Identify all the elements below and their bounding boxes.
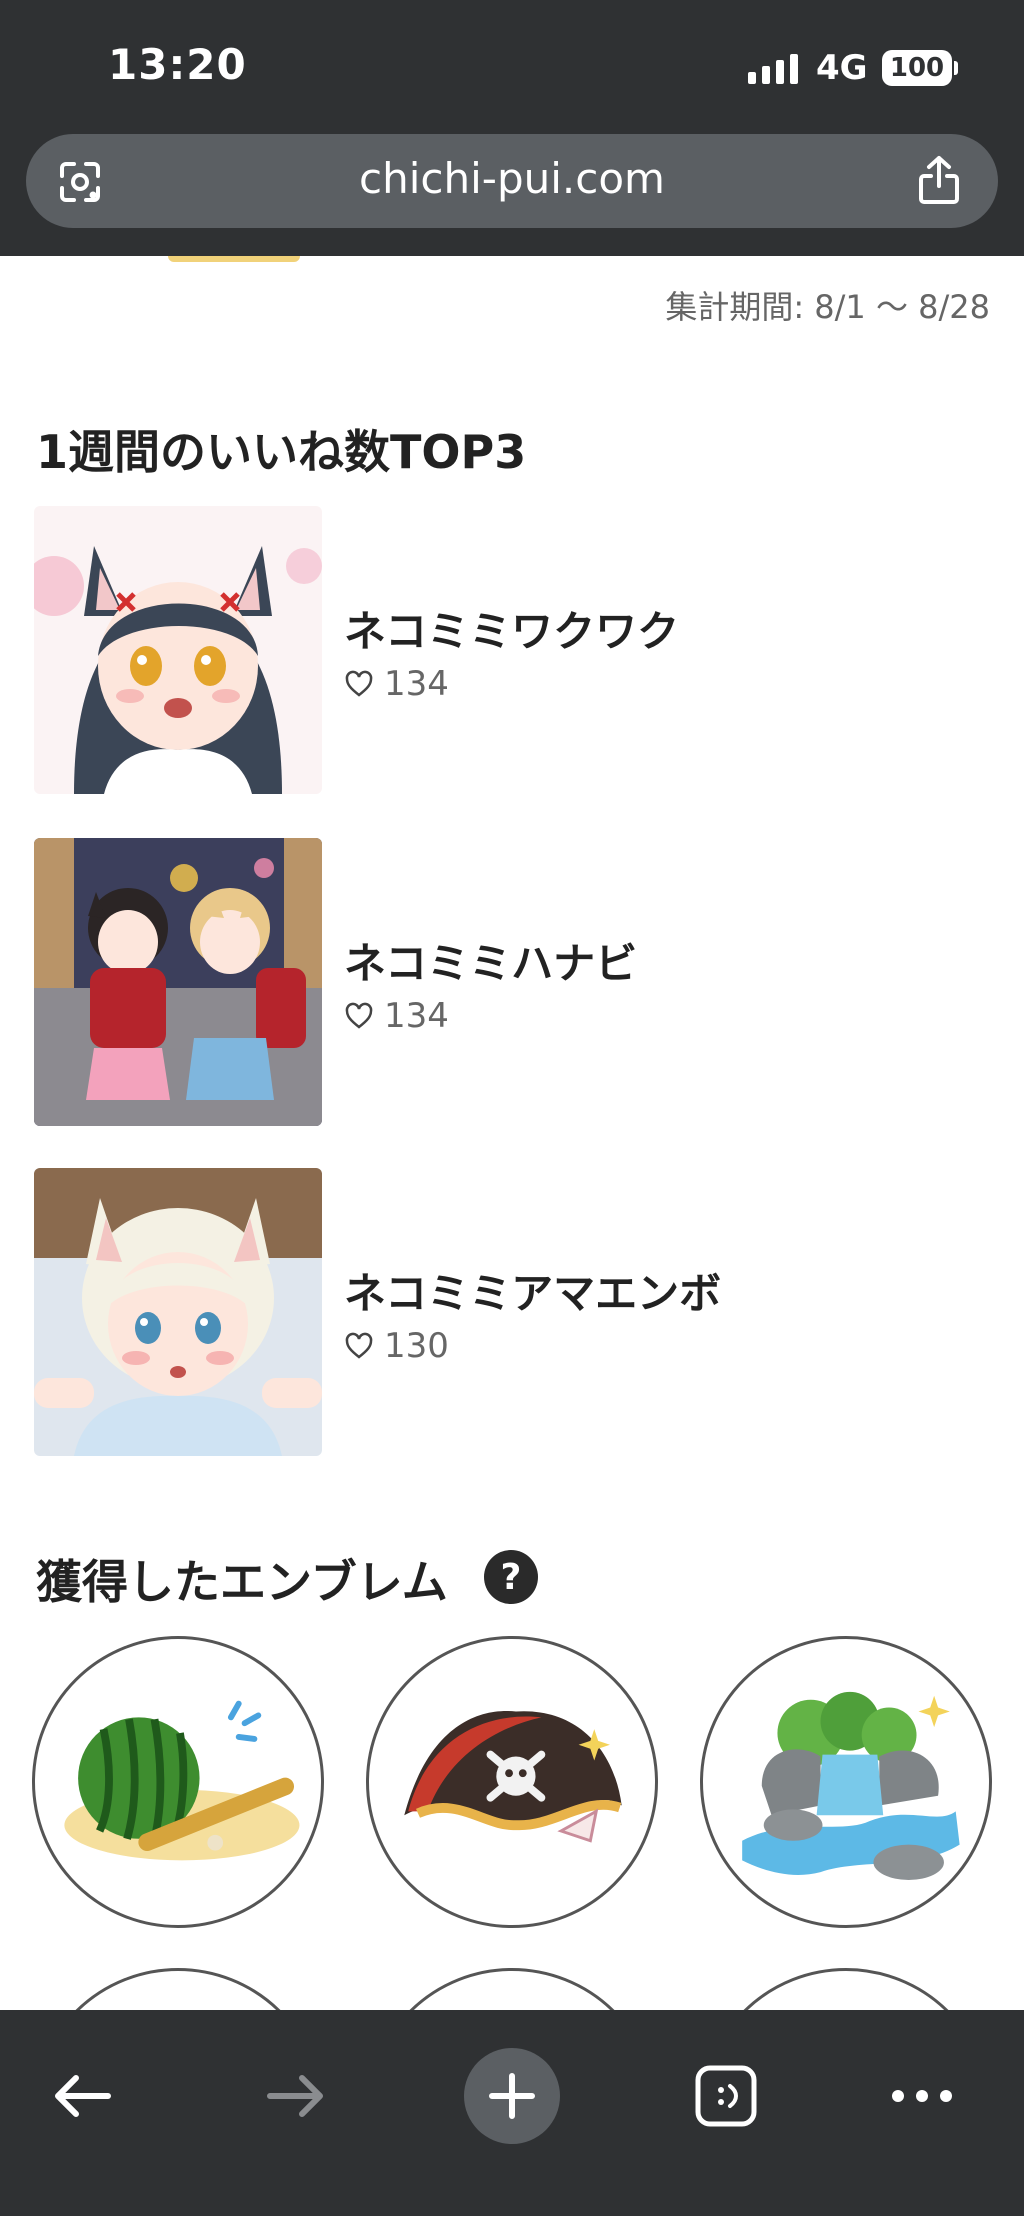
artwork-title[interactable]: ネコミミアマエンボ	[344, 1260, 721, 1321]
signal-strength-icon	[748, 54, 798, 84]
like-count-value: 134	[384, 664, 449, 704]
emblem-partial[interactable]	[700, 1968, 992, 2010]
more-menu-button[interactable]	[874, 2048, 970, 2144]
heart-icon	[345, 1002, 373, 1029]
status-time: 13:20	[108, 40, 247, 89]
url-text[interactable]: chichi-pui.com	[26, 154, 998, 203]
browser-top-chrome: 13:20 4G 100 chichi-pui.com	[0, 0, 1024, 256]
artwork-thumbnail-3[interactable]	[34, 1168, 322, 1456]
forward-arrow-icon	[267, 2075, 323, 2117]
forward-button[interactable]	[248, 2048, 344, 2144]
like-count-value: 134	[384, 996, 449, 1036]
address-bar[interactable]: chichi-pui.com	[26, 134, 998, 228]
help-icon[interactable]: ?	[484, 1550, 538, 1604]
share-icon[interactable]	[916, 154, 962, 206]
battery-level: 100	[882, 50, 952, 86]
new-tab-button[interactable]	[464, 2048, 560, 2144]
tabs-button[interactable]	[678, 2048, 774, 2144]
browser-bottom-toolbar	[0, 2010, 1024, 2216]
pirate-hat-emblem-icon[interactable]	[366, 1636, 658, 1928]
heart-icon	[345, 1332, 373, 1359]
like-count: 134	[344, 664, 449, 704]
back-arrow-icon	[55, 2075, 111, 2117]
rank-item-2[interactable]: ネコミミハナビ 134	[34, 838, 994, 1128]
previous-section-edge	[168, 256, 300, 262]
plus-icon	[489, 2073, 535, 2119]
like-count: 130	[344, 1326, 449, 1366]
battery-icon	[954, 61, 958, 75]
aggregation-period: 集計期間: 8/1 〜 8/28	[665, 288, 990, 326]
back-button[interactable]	[34, 2048, 130, 2144]
emblems-section-title: 獲得したエンブレム	[36, 1555, 448, 1609]
waterfall-emblem-icon[interactable]	[700, 1636, 992, 1928]
artwork-thumbnail-1[interactable]	[34, 506, 322, 794]
top3-section-title: 1週間のいいね数TOP3	[36, 425, 527, 479]
artwork-title[interactable]: ネコミミハナビ	[344, 930, 637, 991]
rank-item-3[interactable]: ネコミミアマエンボ 130	[34, 1168, 994, 1458]
page-content: 集計期間: 8/1 〜 8/28 1週間のいいね数TOP3 ネコミミワクワク 1…	[0, 256, 1024, 2010]
heart-icon	[345, 670, 373, 697]
emblem-partial[interactable]	[366, 1968, 658, 2010]
like-count: 134	[344, 996, 449, 1036]
artwork-thumbnail-2[interactable]	[34, 838, 322, 1126]
emblem-partial[interactable]	[32, 1968, 324, 2010]
tabs-icon	[695, 2065, 757, 2127]
network-type: 4G	[816, 48, 868, 88]
artwork-title[interactable]: ネコミミワクワク	[344, 598, 679, 659]
watermelon-emblem-icon[interactable]	[32, 1636, 324, 1928]
rank-item-1[interactable]: ネコミミワクワク 134	[34, 506, 994, 796]
like-count-value: 130	[384, 1326, 449, 1366]
more-icon	[892, 2090, 952, 2102]
